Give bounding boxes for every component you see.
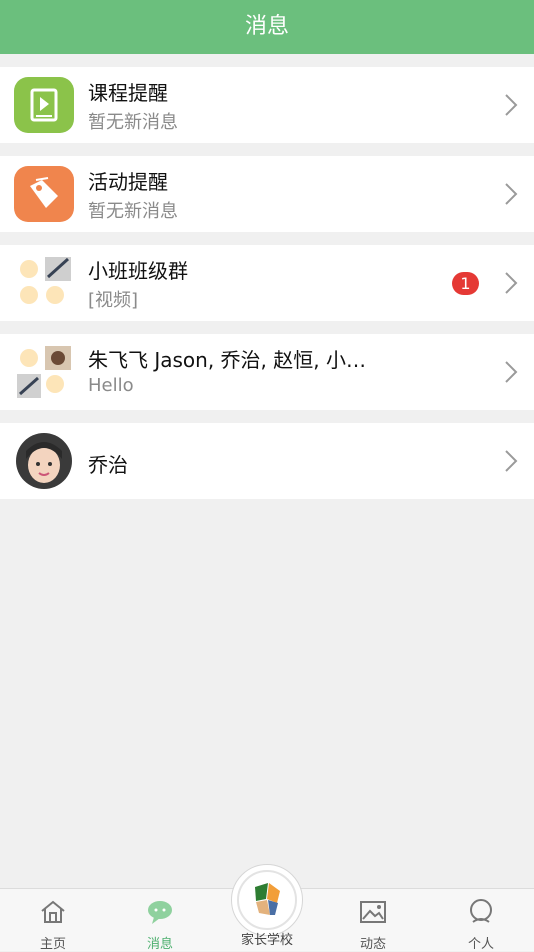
tab-home[interactable]: 主页 bbox=[8, 889, 98, 952]
school-logo-icon bbox=[231, 864, 303, 936]
message-title: 乔治 bbox=[88, 453, 128, 477]
message-title: 小班班级群 bbox=[88, 259, 188, 283]
message-title: 朱飞飞 Jason, 乔治, 赵恒, 小… bbox=[88, 348, 366, 372]
tab-label: 主页 bbox=[39, 937, 66, 952]
message-title: 课程提醒 bbox=[88, 81, 168, 105]
message-item-activity-reminder[interactable]: 活动提醒 暂无新消息 bbox=[0, 156, 534, 232]
message-title: 活动提醒 bbox=[88, 170, 168, 194]
message-subtitle: 暂无新消息 bbox=[88, 201, 178, 222]
tab-profile[interactable]: 个人 bbox=[436, 889, 526, 952]
person-icon bbox=[470, 899, 492, 923]
message-item-george[interactable]: 乔治 bbox=[0, 423, 534, 499]
chevron-right-icon bbox=[505, 450, 518, 472]
message-item-class-group[interactable]: 小班班级群 [视频] 1 bbox=[0, 245, 534, 321]
chevron-right-icon bbox=[505, 272, 518, 294]
unread-badge: 1 bbox=[452, 272, 479, 295]
chevron-right-icon bbox=[505, 183, 518, 205]
page-title: 消息 bbox=[244, 14, 289, 39]
message-item-course-reminder[interactable]: 课程提醒 暂无新消息 bbox=[0, 67, 534, 143]
course-reminder-icon bbox=[14, 77, 74, 133]
group-avatar-icon bbox=[14, 255, 74, 311]
home-icon bbox=[41, 900, 65, 923]
image-icon bbox=[360, 901, 386, 923]
top-bar: 消息 bbox=[0, 0, 534, 54]
tab-messages[interactable]: 消息 bbox=[115, 889, 205, 952]
group-avatar-icon bbox=[14, 344, 74, 400]
chevron-right-icon bbox=[505, 94, 518, 116]
tab-label: 动态 bbox=[359, 937, 386, 952]
child-avatar-icon bbox=[14, 433, 74, 489]
message-subtitle: 暂无新消息 bbox=[88, 112, 178, 133]
chevron-right-icon bbox=[505, 361, 518, 383]
tab-label: 消息 bbox=[146, 937, 173, 952]
message-subtitle: [视频] bbox=[88, 290, 139, 311]
message-subtitle: Hello bbox=[88, 375, 134, 396]
message-item-group-chat[interactable]: 朱飞飞 Jason, 乔治, 赵恒, 小… Hello bbox=[0, 334, 534, 410]
tab-label: 个人 bbox=[467, 937, 494, 952]
tab-parent-school[interactable]: 家长学校 bbox=[231, 864, 303, 950]
tab-label: 家长学校 bbox=[240, 933, 293, 948]
chat-bubble-icon bbox=[148, 901, 172, 924]
activity-reminder-icon bbox=[14, 166, 74, 222]
tab-feed[interactable]: 动态 bbox=[328, 889, 418, 952]
